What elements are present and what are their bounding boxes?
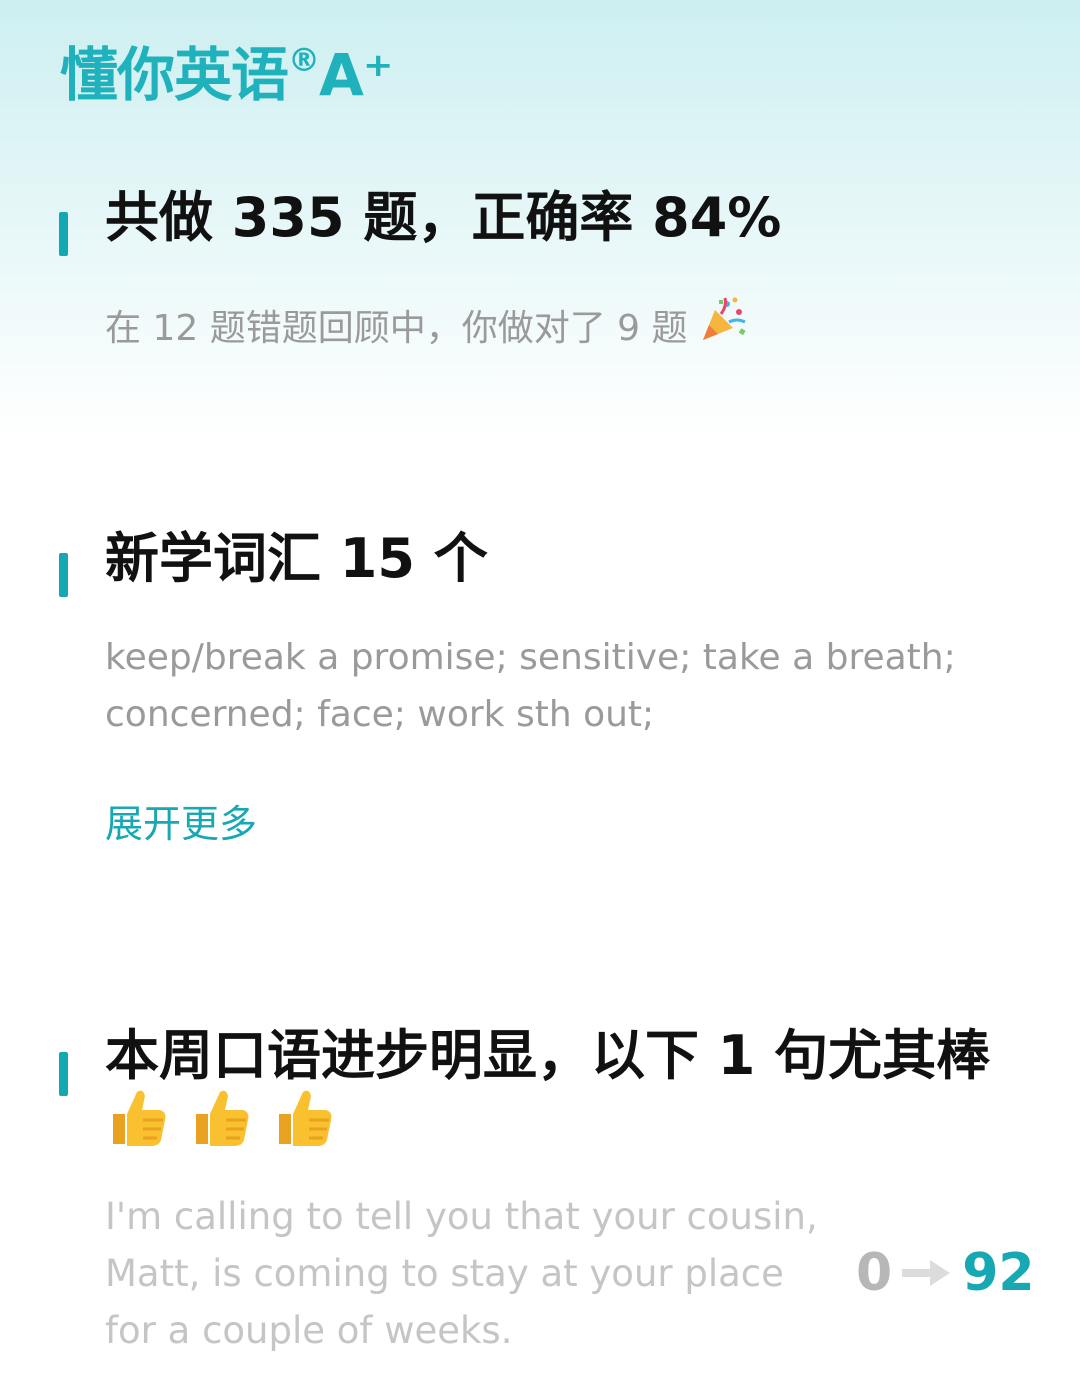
arrow-right-icon xyxy=(902,1260,951,1286)
section-accent-bar xyxy=(59,1052,68,1096)
party-popper-icon xyxy=(699,297,747,349)
review-result-label: 在 12 题错题回顾中，你做对了 9 题 xyxy=(105,308,688,349)
review-result-text: 在 12 题错题回顾中，你做对了 9 题 xyxy=(105,296,747,351)
thumbs-up-icon xyxy=(113,1090,166,1146)
featured-sentence: I'm calling to tell you that your cousin… xyxy=(105,1195,818,1352)
speaking-heading: 本周口语进步明显，以下 1 句尤其棒 xyxy=(105,1028,1005,1156)
speaking-heading-text: 本周口语进步明显，以下 1 句尤其棒 xyxy=(105,1024,991,1087)
score-after: 92 xyxy=(962,1243,1035,1303)
registered-mark: ® xyxy=(288,40,320,79)
score-change: 0 92 xyxy=(856,1240,1035,1306)
vocabulary-heading: 新学词汇 15 个 xyxy=(105,527,488,590)
thumbs-up-icons xyxy=(105,1090,335,1159)
brand-suffix: A⁺ xyxy=(319,41,394,109)
section-accent-bar xyxy=(59,553,68,597)
expand-more-link[interactable]: 展开更多 xyxy=(105,793,257,848)
thumbs-up-icon xyxy=(195,1090,249,1146)
brand-logo: 懂你英语®A⁺ xyxy=(60,28,394,112)
summary-heading: 共做 335 题，正确率 84% xyxy=(105,186,782,249)
vocabulary-word-list: keep/break a promise; sensitive; take a … xyxy=(105,637,956,735)
brand-name: 懂你英语 xyxy=(60,41,289,109)
thumbs-up-icon xyxy=(278,1090,332,1146)
section-accent-bar xyxy=(59,212,68,256)
score-before: 0 xyxy=(856,1243,893,1303)
